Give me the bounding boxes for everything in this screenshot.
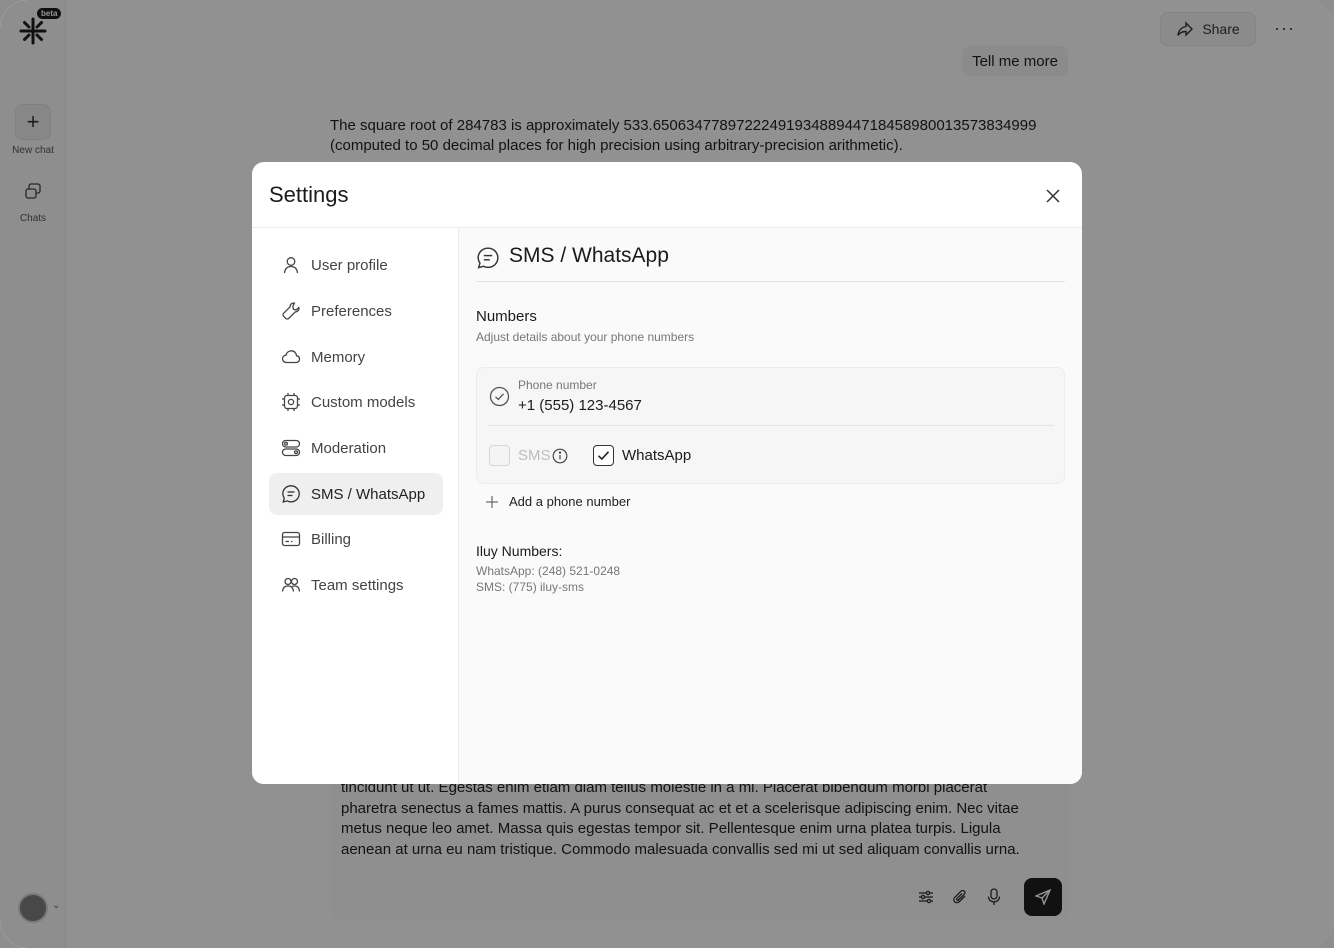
iluy-whatsapp-number: WhatsApp: (248) 521-0248 [476, 564, 621, 578]
chat-bubble-icon [477, 247, 499, 269]
add-phone-number-button[interactable]: Add a phone number [485, 494, 630, 509]
chat-bubble-icon [282, 485, 300, 503]
modal-header: Settings [252, 162, 1082, 228]
settings-nav: User profile Preferences Memory Custom m… [252, 228, 459, 784]
phone-number-value[interactable]: +1 (555) 123-4567 [518, 397, 642, 414]
phone-number-card: Phone number +1 (555) 123-4567 SMS Whats… [476, 367, 1065, 484]
numbers-title: Numbers [476, 308, 537, 325]
nav-item-moderation[interactable]: Moderation [269, 427, 443, 469]
nav-item-label: SMS / WhatsApp [311, 485, 426, 503]
nav-item-team-settings[interactable]: Team settings [269, 564, 443, 606]
sms-checkbox[interactable] [489, 445, 510, 466]
nav-item-label: Preferences [311, 302, 392, 320]
iluy-numbers-title: Iluy Numbers: [476, 543, 563, 559]
nav-item-label: User profile [311, 256, 388, 274]
nav-item-sms-whatsapp[interactable]: SMS / WhatsApp [269, 473, 443, 515]
numbers-subtitle: Adjust details about your phone numbers [476, 330, 695, 344]
nav-item-label: Team settings [311, 576, 404, 594]
whatsapp-checkbox[interactable] [593, 445, 614, 466]
nav-item-billing[interactable]: Billing [269, 518, 443, 560]
nav-item-label: Moderation [311, 439, 387, 457]
checkmark-icon [597, 451, 610, 461]
iluy-sms-number: SMS: (775) iluy-sms [476, 580, 585, 594]
sms-label: SMS [518, 447, 551, 464]
plus-icon [486, 495, 498, 508]
nav-item-memory[interactable]: Memory [269, 336, 443, 378]
toggles-icon [281, 439, 301, 457]
nav-item-custom-models[interactable]: Custom models [269, 381, 443, 423]
cloud-icon [281, 350, 301, 364]
user-icon [283, 257, 299, 274]
phone-number-label: Phone number [518, 378, 597, 392]
add-phone-number-label: Add a phone number [509, 494, 631, 509]
modal-title: Settings [269, 182, 349, 207]
verified-check-icon [489, 386, 510, 407]
settings-content: SMS / WhatsApp Numbers Adjust details ab… [459, 228, 1082, 784]
settings-modal: Settings User profile Preferences Memory [252, 162, 1082, 784]
credit-card-icon [281, 531, 301, 547]
chip-icon [282, 393, 300, 411]
content-header: SMS / WhatsApp [476, 244, 1065, 282]
wrench-icon [282, 302, 300, 320]
info-icon[interactable] [552, 448, 568, 464]
whatsapp-label: WhatsApp [622, 447, 692, 464]
divider [489, 425, 1054, 426]
nav-item-preferences[interactable]: Preferences [269, 290, 443, 332]
content-title: SMS / WhatsApp [509, 244, 669, 267]
close-icon[interactable] [1042, 185, 1064, 207]
nav-item-user-profile[interactable]: User profile [269, 244, 443, 286]
team-icon [281, 577, 301, 592]
nav-item-label: Memory [311, 348, 366, 366]
nav-item-label: Custom models [311, 393, 416, 411]
nav-item-label: Billing [311, 530, 352, 548]
